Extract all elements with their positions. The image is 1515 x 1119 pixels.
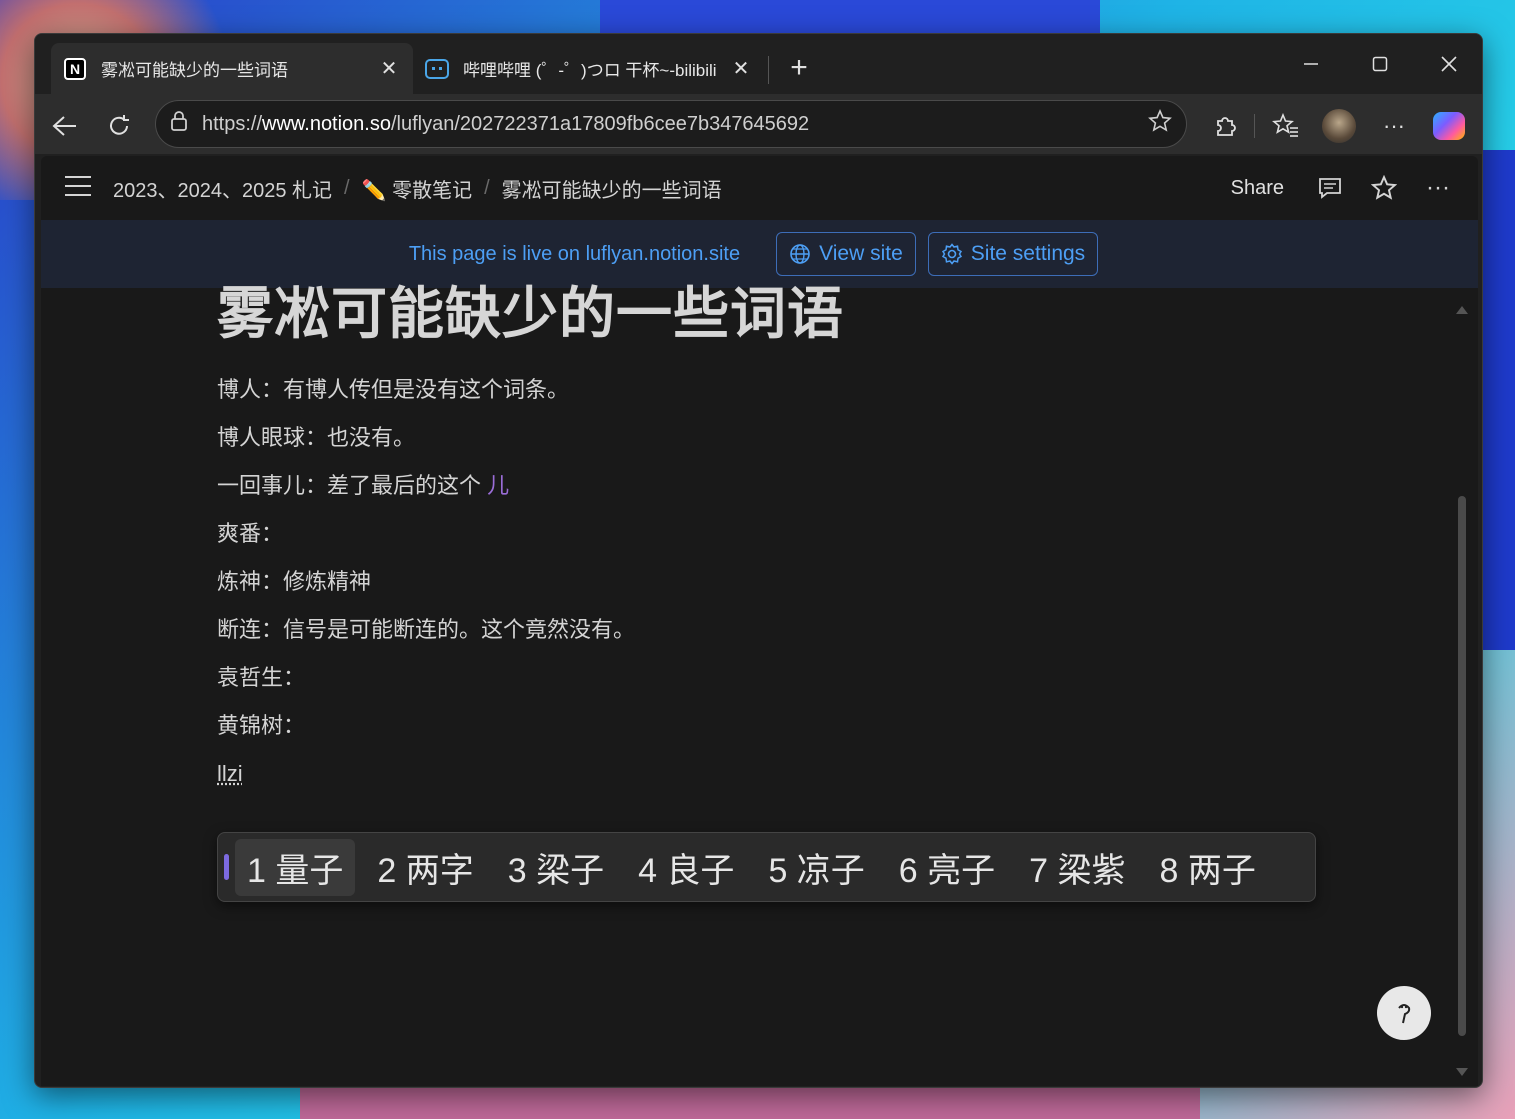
globe-icon xyxy=(790,244,810,264)
notion-page: 2023、2024、2025 札记 / ✏️ 零散笔记 / 雾凇可能缺少的一些词… xyxy=(41,156,1478,1086)
breadcrumb-separator: / xyxy=(484,177,490,199)
help-button[interactable] xyxy=(1377,986,1431,1040)
scrollbar-thumb[interactable] xyxy=(1458,496,1466,1036)
view-site-button[interactable]: View site xyxy=(776,232,916,276)
close-icon[interactable]: ✕ xyxy=(729,57,753,81)
banner-text: This page is live on luflyan.notion.site xyxy=(408,242,741,265)
minimize-button[interactable] xyxy=(1288,48,1334,80)
breadcrumb-separator: / xyxy=(344,177,350,199)
notion-topbar: 2023、2024、2025 札记 / ✏️ 零散笔记 / 雾凇可能缺少的一些词… xyxy=(41,156,1478,220)
highlighted-text: 儿 xyxy=(487,473,510,498)
back-button[interactable] xyxy=(47,108,83,144)
scroll-up-arrow-icon[interactable] xyxy=(1456,306,1468,314)
more-options-icon[interactable]: ··· xyxy=(1376,108,1412,144)
text-block[interactable]: 炼神：修炼精神 xyxy=(217,558,1317,606)
scrollbar[interactable] xyxy=(1456,306,1468,1076)
close-icon[interactable]: ✕ xyxy=(377,57,401,81)
new-tab-button[interactable]: + xyxy=(783,51,815,84)
comment-icon[interactable] xyxy=(1312,170,1348,206)
ime-candidate[interactable]: 2 两字 xyxy=(365,839,485,896)
favorite-star-icon[interactable] xyxy=(1148,109,1172,139)
ime-candidate[interactable]: 6 亮子 xyxy=(887,839,1007,896)
ime-candidate[interactable]: 8 两子 xyxy=(1148,839,1268,896)
help-icon xyxy=(1398,1004,1411,1024)
refresh-button[interactable] xyxy=(101,108,137,144)
tab-separator xyxy=(768,56,769,84)
url-input[interactable]: https://www.notion.so/luflyan/202722371a… xyxy=(155,100,1187,148)
text-block[interactable]: 博人眼球：也没有。 xyxy=(217,414,1317,462)
browser-window: N 雾凇可能缺少的一些词语 ✕ 哔哩哔哩 (゜-゜)つロ 干杯~-bilibil… xyxy=(34,33,1483,1088)
ime-composition-text[interactable]: llzi xyxy=(217,750,1317,798)
page-body: 雾凇可能缺少的一些词语 博人：有博人传但是没有这个词条。 博人眼球：也没有。 一… xyxy=(217,276,1317,798)
maximize-button[interactable] xyxy=(1357,48,1403,80)
tab-bilibili[interactable]: 哔哩哔哩 (゜-゜)つロ 干杯~-bilibili ✕ xyxy=(413,43,765,94)
ime-candidate[interactable]: 7 梁紫 xyxy=(1017,839,1137,896)
breadcrumb: 2023、2024、2025 札记 / ✏️ 零散笔记 / 雾凇可能缺少的一些词… xyxy=(113,174,722,203)
share-button[interactable]: Share xyxy=(1231,177,1284,200)
tab-bar: N 雾凇可能缺少的一些词语 ✕ 哔哩哔哩 (゜-゜)つロ 干杯~-bilibil… xyxy=(35,34,1482,94)
pencil-icon: ✏️ xyxy=(361,180,387,202)
breadcrumb-item[interactable]: 雾凇可能缺少的一些词语 xyxy=(502,174,722,203)
scroll-down-arrow-icon[interactable] xyxy=(1456,1068,1468,1076)
ime-candidate-window: 1 量子 2 两字 3 梁子 4 良子 5 凉子 6 亮子 7 梁紫 8 两子 xyxy=(217,832,1316,902)
menu-icon[interactable] xyxy=(65,176,91,198)
site-settings-button[interactable]: Site settings xyxy=(927,232,1099,276)
lock-icon[interactable] xyxy=(170,111,188,137)
gear-icon xyxy=(941,243,962,265)
text-block[interactable]: 袁哲生： xyxy=(217,654,1317,702)
notion-icon: N xyxy=(63,57,87,81)
text-block[interactable]: 一回事儿：差了最后的这个 儿 xyxy=(217,462,1317,510)
profile-avatar[interactable] xyxy=(1321,108,1357,144)
toolbar-separator xyxy=(1254,114,1255,138)
ime-candidate[interactable]: 5 凉子 xyxy=(756,839,876,896)
text-block[interactable]: 黄锦树： xyxy=(217,702,1317,750)
copilot-icon[interactable] xyxy=(1431,108,1467,144)
tab-title: 雾凇可能缺少的一些词语 xyxy=(101,61,288,80)
ime-candidate[interactable]: 1 量子 xyxy=(235,838,356,896)
page-title[interactable]: 雾凇可能缺少的一些词语 xyxy=(217,276,1317,352)
ime-candidate[interactable]: 4 良子 xyxy=(626,839,746,896)
breadcrumb-item[interactable]: 2023、2024、2025 札记 xyxy=(113,174,332,203)
breadcrumb-item[interactable]: ✏️ 零散笔记 xyxy=(362,174,472,203)
text-block[interactable]: 断连：信号是可能断连的。这个竟然没有。 xyxy=(217,606,1317,654)
text-block[interactable]: 博人：有博人传但是没有这个词条。 xyxy=(217,366,1317,414)
url-text: https://www.notion.so/luflyan/202722371a… xyxy=(202,112,810,135)
close-window-button[interactable] xyxy=(1426,48,1472,80)
wallpaper xyxy=(300,1084,1200,1119)
address-bar: https://www.notion.so/luflyan/202722371a… xyxy=(35,94,1482,154)
star-icon[interactable] xyxy=(1366,170,1402,206)
extensions-icon[interactable] xyxy=(1207,108,1243,144)
ime-selection-indicator xyxy=(224,854,229,880)
more-icon[interactable]: ··· xyxy=(1420,170,1456,206)
tab-notion[interactable]: N 雾凇可能缺少的一些词语 ✕ xyxy=(51,43,413,94)
ime-candidate[interactable]: 3 梁子 xyxy=(496,839,616,896)
bilibili-icon xyxy=(425,57,449,81)
tab-title: 哔哩哔哩 (゜-゜)つロ 干杯~-bilibili xyxy=(463,61,717,80)
favorites-icon[interactable] xyxy=(1268,108,1304,144)
text-block[interactable]: 爽番： xyxy=(217,510,1317,558)
